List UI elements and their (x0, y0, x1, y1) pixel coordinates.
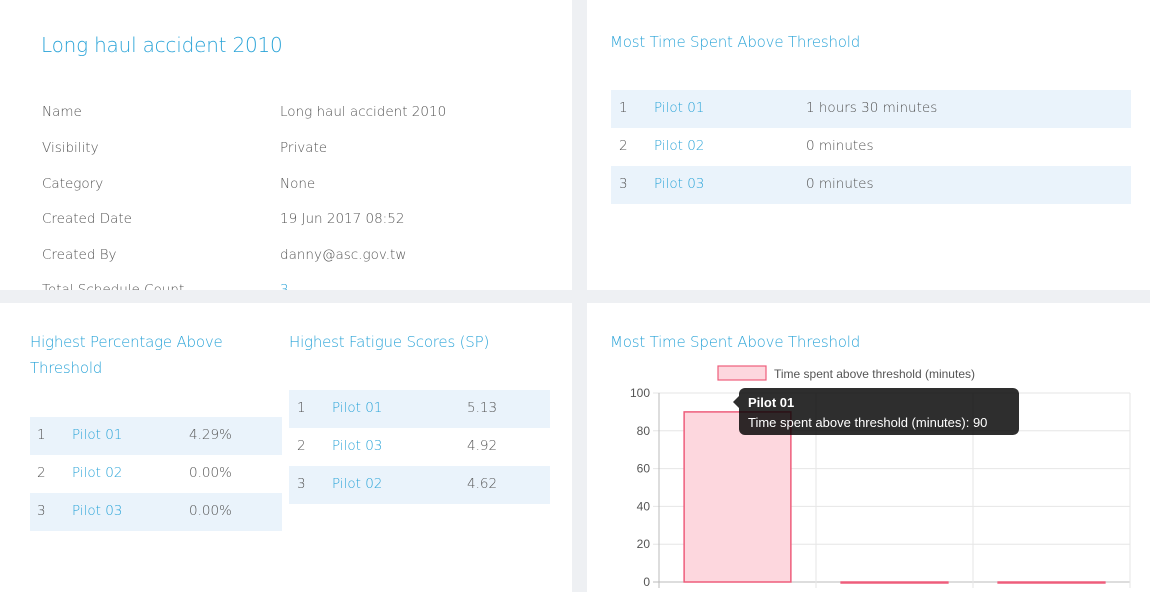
y-tick-label: 60 (637, 462, 651, 476)
legend-label: Time spent above threshold (minutes) (774, 367, 975, 381)
y-tick-label: 20 (637, 537, 651, 551)
chart-tooltip: Pilot 01 Time spent above threshold (min… (733, 388, 1019, 435)
time-above-chart: 100 80 60 40 20 0 Time spent above threshold (… (630, 365, 1131, 589)
tooltip-title: Pilot 01 (748, 395, 795, 410)
legend-swatch (717, 365, 767, 381)
bar (997, 581, 1106, 584)
bar (840, 581, 949, 584)
tooltip-body: Time spent above threshold (minutes): 90 (748, 415, 988, 430)
y-tick-label: 40 (637, 499, 651, 513)
y-tick-label: 0 (643, 575, 650, 589)
tooltip-caret (733, 396, 739, 408)
y-tick-label: 100 (630, 386, 650, 400)
y-tick-label: 80 (637, 424, 651, 438)
bar (683, 411, 792, 583)
